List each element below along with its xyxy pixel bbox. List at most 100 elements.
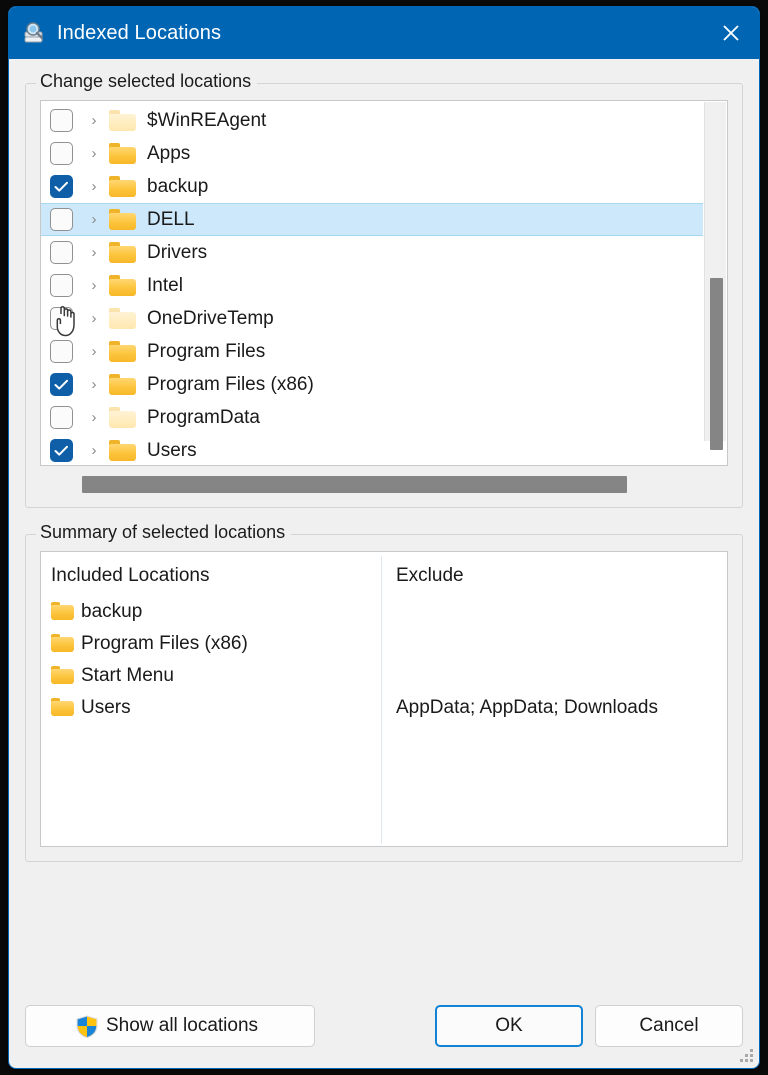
tree-vertical-scrollbar[interactable] <box>704 102 726 441</box>
chevron-right-icon[interactable]: › <box>81 245 107 260</box>
exclude-row <box>396 595 727 627</box>
tree-row[interactable]: › DELL <box>41 203 703 236</box>
location-label: Program Files <box>147 342 265 361</box>
included-location-label: Start Menu <box>81 666 174 685</box>
location-label: backup <box>147 177 208 196</box>
tree-row[interactable]: › $WinREAgent <box>41 104 703 137</box>
tree-vertical-scroll-thumb[interactable] <box>710 278 723 450</box>
exclude-row <box>396 627 727 659</box>
exclude-column: Exclude AppData; AppData; Downloads <box>382 552 727 846</box>
tree-row[interactable]: › ProgramData <box>41 401 703 434</box>
included-locations-column: Included Locations backup Program Files (… <box>41 552 381 846</box>
locations-tree-list: › $WinREAgent › Apps › backup › DELL › Drivers › In… <box>41 101 703 465</box>
location-label: Drivers <box>147 243 207 262</box>
summary-panel: Included Locations backup Program Files (… <box>40 551 728 847</box>
dialog-footer: Show all locations OK Cancel <box>9 984 759 1068</box>
exclude-header: Exclude <box>396 562 727 595</box>
indexing-options-icon <box>21 20 47 46</box>
location-checkbox[interactable] <box>50 274 73 297</box>
change-locations-label: Change selected locations <box>36 71 257 92</box>
location-checkbox[interactable] <box>50 406 73 429</box>
ok-button[interactable]: OK <box>435 1005 583 1047</box>
uac-shield-icon <box>76 1015 98 1038</box>
show-all-locations-label: Show all locations <box>106 1015 258 1037</box>
included-location-label: Users <box>81 698 131 717</box>
locations-tree[interactable]: › $WinREAgent › Apps › backup › DELL › Drivers › In… <box>40 100 728 466</box>
folder-icon <box>109 110 136 131</box>
folder-icon <box>109 308 136 329</box>
included-location-row: Users <box>51 691 381 723</box>
location-checkbox[interactable] <box>50 373 73 396</box>
chevron-right-icon[interactable]: › <box>81 377 107 392</box>
folder-icon <box>109 407 136 428</box>
tree-horizontal-scroll-thumb[interactable] <box>82 476 627 493</box>
cancel-button[interactable]: Cancel <box>595 1005 743 1047</box>
folder-icon <box>109 242 136 263</box>
tree-row[interactable]: › backup <box>41 170 703 203</box>
location-label: Intel <box>147 276 183 295</box>
location-checkbox[interactable] <box>50 208 73 231</box>
tree-row[interactable]: › Intel <box>41 269 703 302</box>
chevron-right-icon[interactable]: › <box>81 179 107 194</box>
title-bar: Indexed Locations <box>9 7 759 59</box>
tree-row[interactable]: › Drivers <box>41 236 703 269</box>
included-location-label: backup <box>81 602 142 621</box>
folder-icon <box>51 634 74 652</box>
location-checkbox[interactable] <box>50 241 73 264</box>
tree-row[interactable]: ›Program Files (x86) <box>41 368 703 401</box>
folder-icon <box>51 602 74 620</box>
chevron-right-icon[interactable]: › <box>81 113 107 128</box>
folder-icon <box>51 698 74 716</box>
resize-grip[interactable] <box>740 1049 754 1063</box>
chevron-right-icon[interactable]: › <box>81 443 107 458</box>
chevron-right-icon[interactable]: › <box>81 410 107 425</box>
window-title: Indexed Locations <box>57 22 221 45</box>
chevron-right-icon[interactable]: › <box>81 344 107 359</box>
folder-icon <box>109 341 136 362</box>
included-location-label: Program Files (x86) <box>81 634 248 653</box>
included-locations-header: Included Locations <box>51 562 381 595</box>
indexed-locations-dialog: Indexed Locations Change selected locati… <box>8 6 760 1069</box>
location-checkbox[interactable] <box>50 307 73 330</box>
chevron-right-icon[interactable]: › <box>81 311 107 326</box>
tree-row[interactable]: › Program Files <box>41 335 703 368</box>
included-location-row: backup <box>51 595 381 627</box>
tree-row[interactable]: › Apps <box>41 137 703 170</box>
location-label: $WinREAgent <box>147 111 266 130</box>
tree-row[interactable]: › Users <box>41 434 703 465</box>
tree-horizontal-scrollbar[interactable] <box>40 476 728 493</box>
chevron-right-icon[interactable]: › <box>81 278 107 293</box>
location-checkbox[interactable] <box>50 439 73 462</box>
folder-icon <box>109 374 136 395</box>
folder-icon <box>109 209 136 230</box>
included-location-row: Start Menu <box>51 659 381 691</box>
tree-row[interactable]: › OneDriveTemp <box>41 302 703 335</box>
location-label: OneDriveTemp <box>147 309 274 328</box>
exclude-list: AppData; AppData; Downloads <box>396 595 727 723</box>
location-checkbox[interactable] <box>50 142 73 165</box>
location-checkbox[interactable] <box>50 175 73 198</box>
folder-icon <box>109 143 136 164</box>
summary-label: Summary of selected locations <box>36 522 291 543</box>
folder-icon <box>109 275 136 296</box>
exclude-row <box>396 659 727 691</box>
folder-icon <box>109 176 136 197</box>
included-locations-list: backup Program Files (x86) Start Menu Users <box>51 595 381 723</box>
folder-icon <box>109 440 136 461</box>
location-label: ProgramData <box>147 408 260 427</box>
change-locations-group: Change selected locations ›$WinREAgent›A… <box>25 83 743 508</box>
location-label: Users <box>147 441 197 460</box>
dialog-body: Change selected locations › $WinREAgent › A… <box>9 59 759 984</box>
included-location-row: Program Files (x86) <box>51 627 381 659</box>
location-checkbox[interactable] <box>50 340 73 363</box>
exclude-row: AppData; AppData; Downloads <box>396 691 727 723</box>
chevron-right-icon[interactable]: › <box>81 146 107 161</box>
location-label: Apps <box>147 144 190 163</box>
chevron-right-icon[interactable]: › <box>81 212 107 227</box>
summary-group: Summary of selected locations Included L… <box>25 534 743 862</box>
close-icon[interactable] <box>703 7 759 59</box>
location-checkbox[interactable] <box>50 109 73 132</box>
location-label: DELL <box>147 210 195 229</box>
folder-icon <box>51 666 74 684</box>
show-all-locations-button[interactable]: Show all locations <box>25 1005 315 1047</box>
